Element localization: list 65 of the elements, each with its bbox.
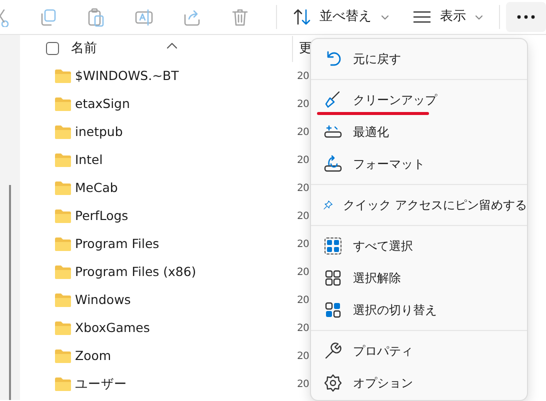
name-column-header[interactable]: 名前 — [71, 38, 290, 58]
file-name[interactable]: Program Files — [75, 234, 285, 254]
file-name[interactable]: inetpub — [75, 122, 285, 142]
date-column-header[interactable]: 更 — [299, 38, 312, 58]
menu-item[interactable]: 選択の切り替え — [311, 294, 527, 326]
scrollbar[interactable] — [9, 185, 11, 400]
file-name[interactable]: Zoom — [75, 346, 285, 366]
folder-icon — [54, 320, 72, 336]
date-cell-text: 20 — [297, 378, 310, 392]
file-name[interactable]: MeCab — [75, 178, 285, 198]
folder-icon — [54, 68, 72, 84]
file-name[interactable]: PerfLogs — [75, 206, 285, 226]
folder-icon — [54, 264, 72, 280]
folder-icon — [54, 180, 72, 196]
sort-button[interactable]: 並べ替え — [284, 3, 398, 31]
file-name[interactable]: Program Files (x86) — [75, 262, 285, 282]
menu-item[interactable]: クリーンアップ — [311, 84, 527, 116]
date-cell-text: 20 — [297, 182, 310, 196]
date-cell-text: 20 — [297, 238, 310, 252]
gear-icon — [323, 373, 343, 393]
sort-arrows-icon — [292, 7, 312, 27]
menu-item[interactable]: オプション — [311, 367, 527, 399]
date-cell-text: 20 — [297, 126, 310, 140]
wrench-icon — [323, 341, 343, 361]
folder-icon — [54, 124, 72, 140]
date-cell-text: 20 — [297, 294, 310, 308]
folder-icon — [54, 152, 72, 168]
delete-icon — [230, 7, 250, 27]
date-cell-text: 20 — [297, 98, 310, 112]
date-cell-text: 20 — [297, 350, 310, 364]
date-cell-text: 20 — [297, 266, 310, 280]
more-button[interactable] — [506, 2, 546, 32]
file-name[interactable]: Intel — [75, 150, 285, 170]
file-name[interactable]: ユーザー — [75, 374, 285, 394]
file-name[interactable]: XboxGames — [75, 318, 285, 338]
folder-icon — [54, 376, 72, 392]
date-cell-text: 20 — [297, 210, 310, 224]
menu-item[interactable]: 選択解除 — [311, 262, 527, 294]
date-cell-text: 20 — [297, 70, 310, 84]
view-button[interactable]: 表示 — [404, 3, 492, 31]
menu-item[interactable]: 元に戻す — [311, 43, 527, 75]
folder-icon — [54, 96, 72, 112]
date-cell-text: 20 — [297, 322, 310, 336]
folder-icon — [54, 236, 72, 252]
drive-format-icon — [323, 154, 343, 174]
folder-icon — [54, 292, 72, 308]
more-icon — [516, 14, 536, 20]
select-all-checkbox[interactable] — [46, 42, 59, 55]
date-cell-text: 20 — [297, 154, 310, 168]
file-name[interactable]: $WINDOWS.~BT — [75, 66, 285, 86]
select-none-icon — [323, 268, 343, 288]
file-name[interactable]: etaxSign — [75, 94, 285, 114]
select-all-icon — [323, 236, 343, 256]
menu-item[interactable]: プロパティ — [311, 335, 527, 367]
rename-icon — [134, 7, 154, 27]
invert-selection-icon — [323, 300, 343, 320]
file-name[interactable]: Windows — [75, 290, 285, 310]
folder-icon — [54, 348, 72, 364]
menu-item[interactable]: フォーマット — [311, 148, 527, 180]
menu-item[interactable]: クイック アクセスにピン留めする — [311, 189, 527, 221]
menu-item[interactable]: 最適化 — [311, 116, 527, 148]
sort-caret-icon — [166, 42, 178, 49]
menu-item[interactable]: すべて選択 — [311, 230, 527, 262]
folder-icon — [54, 208, 72, 224]
paste-icon — [86, 7, 106, 27]
